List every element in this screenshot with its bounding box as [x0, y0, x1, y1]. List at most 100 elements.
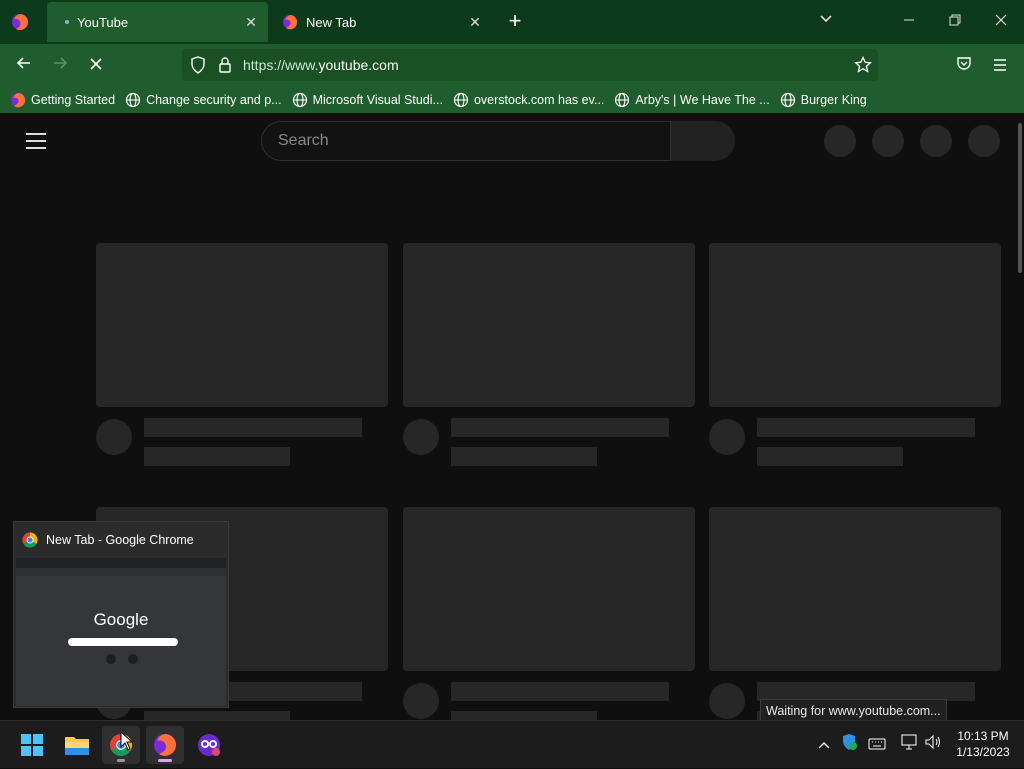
page-scrollbar[interactable] — [1018, 123, 1022, 273]
skeleton-avatar — [403, 683, 439, 719]
network-icon[interactable] — [898, 733, 920, 757]
skeleton-title — [757, 418, 975, 437]
bookmark-label: overstock.com has ev... — [473, 92, 605, 107]
running-indicator — [158, 759, 172, 762]
file-explorer-button[interactable] — [58, 726, 96, 764]
lock-icon[interactable] — [218, 56, 232, 74]
bookmark-burger-king[interactable]: Burger King — [780, 92, 867, 108]
firefox-menu-icon[interactable] — [10, 12, 30, 32]
bookmark-label: Getting Started — [31, 92, 116, 107]
tab-label: New Tab — [306, 14, 357, 30]
globe-icon — [125, 92, 141, 107]
globe-icon — [780, 92, 795, 107]
skeleton-thumbnail — [709, 243, 1001, 407]
globe-icon — [292, 92, 307, 107]
bookmark-label: Burger King — [800, 92, 867, 107]
skeleton-thumbnail — [96, 243, 388, 407]
clock-time: 10:13 PM — [957, 729, 1009, 743]
tab-new-tab[interactable]: New Tab ✕ — [274, 2, 492, 42]
bookmark-arbys[interactable]: Arby's | We Have The ... — [614, 92, 770, 108]
back-button[interactable] — [12, 53, 36, 77]
skeleton-avatar — [96, 419, 132, 455]
tab-youtube[interactable]: YouTube ✕ — [47, 2, 268, 42]
bookmark-label: Arby's | We Have The ... — [635, 92, 770, 107]
bookmark-visual-studio[interactable]: Microsoft Visual Studi... — [292, 92, 443, 108]
windows-taskbar: 10:13 PM 1/13/2023 — [0, 720, 1024, 768]
restore-button[interactable] — [943, 10, 967, 34]
skeleton-header-button — [968, 125, 1000, 157]
close-tab-icon[interactable]: ✕ — [464, 14, 486, 31]
globe-icon — [615, 92, 630, 107]
app-icon — [198, 734, 220, 756]
guide-menu-icon[interactable] — [26, 133, 46, 149]
close-window-button[interactable] — [989, 10, 1013, 34]
address-bar[interactable]: https://www.youtube.com — [182, 49, 878, 81]
forward-button[interactable] — [48, 53, 72, 77]
firefox-taskbar-button[interactable] — [146, 726, 184, 764]
new-tab-button[interactable]: + — [503, 10, 527, 34]
stop-loading-button[interactable] — [84, 53, 108, 77]
preview-shortcut — [106, 654, 116, 664]
start-button[interactable] — [13, 726, 51, 764]
skeleton-video-card — [709, 243, 1001, 466]
skeleton-header-button — [920, 125, 952, 157]
chrome-icon — [22, 532, 38, 548]
bookmark-getting-started[interactable]: Getting Started — [10, 92, 115, 108]
skeleton-thumbnail — [403, 507, 695, 671]
bookmarks-toolbar: Getting Started Change security and p...… — [0, 86, 1024, 113]
system-clock[interactable]: 10:13 PM 1/13/2023 — [950, 728, 1016, 760]
clock-date: 1/13/2023 — [956, 745, 1010, 759]
firefox-icon — [283, 15, 298, 30]
app-menu-icon[interactable] — [988, 53, 1012, 77]
skeleton-thumbnail — [709, 507, 1001, 671]
mouse-cursor-icon — [120, 731, 134, 751]
close-tab-icon[interactable]: ✕ — [240, 14, 262, 31]
firefox-icon — [11, 92, 26, 107]
skeleton-title — [451, 682, 669, 701]
skeleton-avatar — [403, 419, 439, 455]
skeleton-video-card — [403, 243, 695, 466]
tab-bar: YouTube ✕ New Tab ✕ + — [0, 0, 1024, 44]
url-text: https://www.youtube.com — [243, 57, 399, 73]
pocket-icon[interactable] — [952, 53, 976, 77]
skeleton-video-card — [403, 507, 695, 720]
bookmark-label: Microsoft Visual Studi... — [312, 92, 443, 107]
bookmark-star-icon[interactable] — [854, 56, 872, 74]
preview-search-box — [68, 638, 178, 646]
preview-screenshot: Google — [16, 558, 226, 706]
skeleton-header-button — [872, 125, 904, 157]
status-panel: Waiting for www.youtube.com... — [760, 699, 947, 722]
bookmark-change-security[interactable]: Change security and p... — [125, 92, 282, 108]
skeleton-avatar — [709, 419, 745, 455]
skeleton-title — [144, 418, 362, 437]
taskbar-thumbnail-preview[interactable]: New Tab - Google Chrome Google — [13, 521, 229, 708]
minimize-button[interactable] — [897, 10, 921, 34]
tab-label: YouTube — [77, 14, 129, 30]
tab-attention-dot — [65, 20, 69, 24]
search-button[interactable] — [671, 121, 735, 161]
preview-shortcut — [128, 654, 138, 664]
bookmark-label: Change security and p... — [146, 92, 282, 107]
bookmark-overstock[interactable]: overstock.com has ev... — [453, 92, 604, 108]
skeleton-meta — [144, 711, 290, 720]
skeleton-header-button — [824, 125, 856, 157]
search-input[interactable]: Search — [261, 121, 671, 161]
list-all-tabs-icon[interactable] — [814, 10, 838, 34]
skeleton-title — [451, 418, 669, 437]
skeleton-thumbnail — [403, 243, 695, 407]
show-hidden-icons-chevron[interactable] — [814, 733, 834, 757]
tracking-protection-shield-icon[interactable] — [190, 56, 206, 74]
skeleton-meta — [144, 447, 290, 466]
security-shield-icon[interactable] — [839, 733, 859, 757]
preview-google-logo: Google — [93, 610, 149, 629]
navigation-toolbar: https://www.youtube.com — [0, 44, 1024, 86]
running-indicator — [117, 759, 125, 762]
preview-title: New Tab - Google Chrome — [46, 533, 194, 547]
skeleton-avatar — [709, 683, 745, 719]
skeleton-meta — [757, 447, 903, 466]
app-taskbar-button[interactable] — [190, 726, 228, 764]
skeleton-meta — [451, 711, 597, 720]
skeleton-meta — [451, 447, 597, 466]
volume-icon[interactable] — [922, 733, 944, 757]
keyboard-icon[interactable] — [866, 733, 888, 757]
